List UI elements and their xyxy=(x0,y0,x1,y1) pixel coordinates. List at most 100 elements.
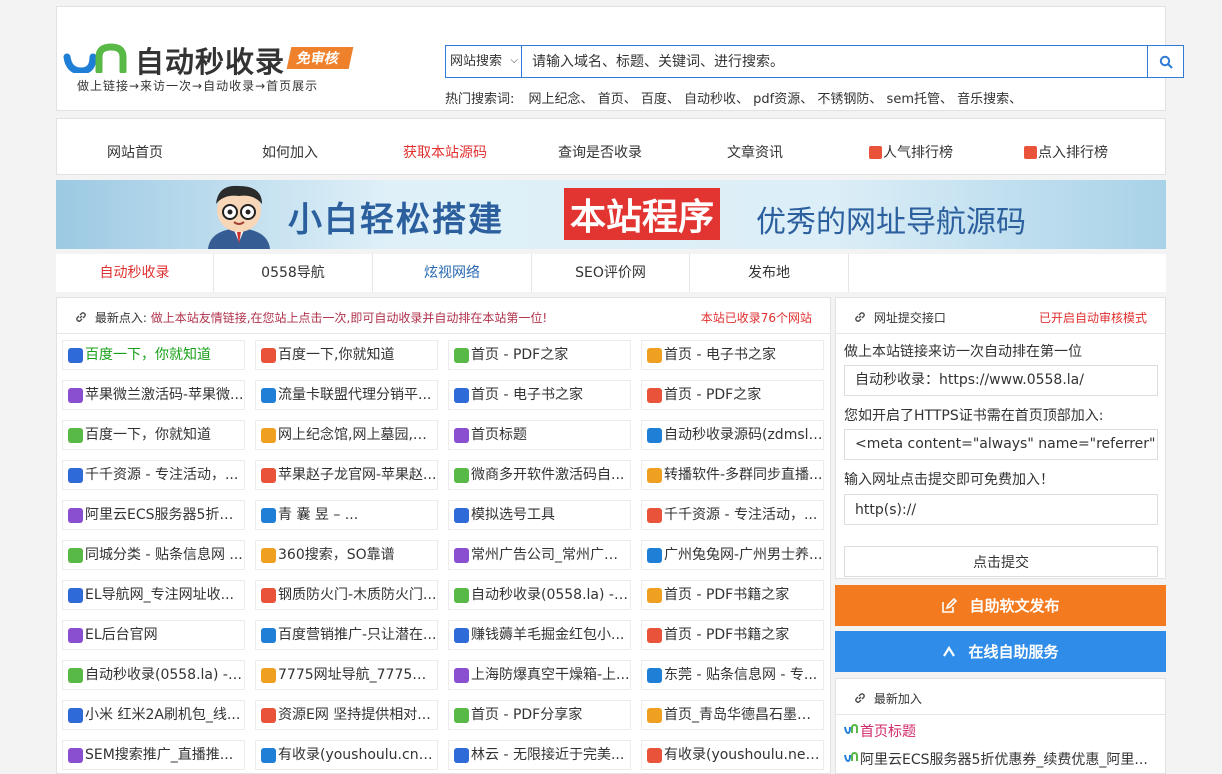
search-input[interactable] xyxy=(522,46,1147,77)
nav-popular-rank[interactable]: 人气排行榜 xyxy=(869,142,953,162)
site-link[interactable]: 7775网址导航_7775网... xyxy=(255,660,438,690)
hot-term[interactable]: 百度、 xyxy=(641,92,680,107)
site-link[interactable]: 首页 - PDF之家 xyxy=(641,380,824,410)
site-link[interactable]: 苹果微兰激活码-苹果微... xyxy=(62,380,245,410)
site-link[interactable]: 小米 红米2A刷机包_线... xyxy=(62,700,245,730)
site-link[interactable]: 自动秒收录(0558.la) - ... xyxy=(448,580,631,610)
site-link[interactable]: 流量卡联盟代理分销平... xyxy=(255,380,438,410)
promo-banner[interactable]: 小白轻松搭建 本站程序 优秀的网址导航源码 xyxy=(56,180,1166,249)
publish-article-button[interactable]: 自助软文发布 xyxy=(835,585,1166,626)
site-link[interactable]: 钢质防火门-木质防火门... xyxy=(255,580,438,610)
site-link[interactable]: 网上纪念馆,网上墓园,网... xyxy=(255,420,438,450)
site-link[interactable]: 上海防爆真空干燥箱-上... xyxy=(448,660,631,690)
site-link[interactable]: 赚钱薅羊毛掘金红包小... xyxy=(448,620,631,650)
site-favicon-icon xyxy=(454,508,469,523)
site-favicon-icon xyxy=(647,348,662,363)
site-link[interactable]: 阿里云ECS服务器5折优... xyxy=(62,500,245,530)
site-link[interactable]: 自动秒收录(0558.la) - ... xyxy=(62,660,245,690)
meta-code-field[interactable]: <meta content="always" name="referrer"> xyxy=(844,429,1158,460)
site-link[interactable]: 常州广告公司_常州广告... xyxy=(448,540,631,570)
site-link[interactable]: 广州兔兔网-广州男士养... xyxy=(641,540,824,570)
site-link[interactable]: 首页标题 xyxy=(448,420,631,450)
hot-term[interactable]: 首页、 xyxy=(598,92,637,107)
nav-how-to-join[interactable]: 如何加入 xyxy=(262,142,318,162)
site-link-label: 百度一下，你就知道 xyxy=(85,347,211,363)
latest-item[interactable]: 首页标题 xyxy=(844,721,916,741)
site-link[interactable]: 首页 - 电子书之家 xyxy=(641,340,824,370)
banner-text-3: 优秀的网址导航源码 xyxy=(756,205,1026,240)
site-link[interactable]: 首页_青岛华德昌石墨新... xyxy=(641,700,824,730)
site-favicon-icon xyxy=(647,628,662,643)
site-link[interactable]: 转播软件-多群同步直播... xyxy=(641,460,824,490)
site-link[interactable]: 有收录(youshoulu.net) ... xyxy=(641,740,824,770)
site-link[interactable]: 东莞 - 贴条信息网 - 专... xyxy=(641,660,824,690)
link-code-field[interactable]: 自动秒收录：https://www.0558.la/ xyxy=(844,365,1158,396)
hot-term[interactable]: 自动秒收、 xyxy=(684,92,749,107)
site-link-label: EL导航网_专注网址收... xyxy=(85,587,234,603)
site-link[interactable]: EL后台官网 xyxy=(62,620,245,650)
site-link-label: 自动秒收录(0558.la) - ... xyxy=(85,667,245,683)
site-link[interactable]: 千千资源 - 专注活动，... xyxy=(641,500,824,530)
nav-check-indexed[interactable]: 查询是否收录 xyxy=(558,142,642,162)
hot-term[interactable]: 音乐搜索、 xyxy=(957,92,1022,107)
hot-term[interactable]: sem托管、 xyxy=(887,92,953,107)
site-link[interactable]: 首页 - 电子书之家 xyxy=(448,380,631,410)
submit-button[interactable]: 点击提交 xyxy=(844,546,1158,577)
site-link[interactable]: EL导航网_专注网址收... xyxy=(62,580,245,610)
site-link[interactable]: 青 囊 昱 – ... xyxy=(255,500,438,530)
nav-articles[interactable]: 文章资讯 xyxy=(727,142,783,162)
hot-term[interactable]: 网上纪念、 xyxy=(529,92,594,107)
nav-get-source[interactable]: 获取本站源码 xyxy=(403,142,487,162)
latest-item-label: 首页标题 xyxy=(860,724,916,740)
site-link-label: 首页 - PDF之家 xyxy=(471,347,569,363)
site-link[interactable]: 模拟选号工具 xyxy=(448,500,631,530)
site-link[interactable]: 自动秒收录源码(zdmsl.... xyxy=(641,420,824,450)
site-link[interactable]: 微商多开软件激活码自... xyxy=(448,460,631,490)
site-favicon-icon xyxy=(261,428,276,443)
tab-0558-nav[interactable]: 0558导航 xyxy=(214,254,373,292)
tab-auto-index[interactable]: 自动秒收录 xyxy=(56,254,214,292)
online-service-button[interactable]: 在线自助服务 xyxy=(835,631,1166,672)
site-logo-icon xyxy=(844,724,858,734)
site-link[interactable]: 首页 - PDF分享家 xyxy=(448,700,631,730)
site-link[interactable]: 360搜索，SO靠谱 xyxy=(255,540,438,570)
latest-joined-title: 最新加入 xyxy=(873,692,922,706)
nav-click-rank[interactable]: 点入排行榜 xyxy=(1024,142,1108,162)
chevron-up-icon xyxy=(943,645,956,657)
hot-term[interactable]: 不锈钢防、 xyxy=(817,92,882,107)
latest-joined-header: 最新加入 xyxy=(836,679,1165,715)
tab-seo-rating[interactable]: SEO评价网 xyxy=(532,254,690,292)
latest-joined-panel: 最新加入 首页标题 阿里云ECS服务器5折优惠券_续费优惠_阿里... xyxy=(835,678,1166,774)
site-link[interactable]: 百度一下，你就知道 xyxy=(62,420,245,450)
site-link[interactable]: 百度一下，你就知道 xyxy=(62,340,245,370)
site-link-label: 常州广告公司_常州广告... xyxy=(471,547,631,563)
site-link[interactable]: 首页 - PDF书籍之家 xyxy=(641,620,824,650)
site-link[interactable]: 同城分类 - 贴条信息网 ... xyxy=(62,540,245,570)
site-link[interactable]: 苹果赵子龙官网-苹果赵... xyxy=(255,460,438,490)
site-link[interactable]: 林云 - 无限接近于完美... xyxy=(448,740,631,770)
hot-term[interactable]: pdf资源、 xyxy=(753,92,813,107)
site-link[interactable]: 首页 - PDF之家 xyxy=(448,340,631,370)
site-link[interactable]: 百度营销推广-只让潜在... xyxy=(255,620,438,650)
site-favicon-icon xyxy=(68,348,83,363)
header: 自动秒收录 免审核 做上链接→来访一次→自动收录→首页展示 网站搜索 ⌵ 热门搜… xyxy=(56,6,1184,111)
site-link[interactable]: 百度一下,你就知道 xyxy=(255,340,438,370)
url-input[interactable] xyxy=(844,494,1158,525)
site-logo[interactable]: 自动秒收录 免审核 做上链接→来访一次→自动收录→首页展示 xyxy=(63,39,363,99)
site-link[interactable]: 资源E网 坚持提供相对... xyxy=(255,700,438,730)
nav-home[interactable]: 网站首页 xyxy=(107,142,163,162)
search-button[interactable] xyxy=(1147,46,1183,77)
tab-publish[interactable]: 发布地 xyxy=(690,254,849,292)
search-type-select[interactable]: 网站搜索 ⌵ xyxy=(446,46,522,77)
site-link[interactable]: 千千资源 - 专注活动，... xyxy=(62,460,245,490)
hot-icon xyxy=(869,146,882,159)
site-favicon-icon xyxy=(454,748,469,763)
site-link[interactable]: SEM搜索推广_直播推... xyxy=(62,740,245,770)
latest-item[interactable]: 阿里云ECS服务器5折优惠券_续费优惠_阿里... xyxy=(844,749,1148,769)
search-type-dropdown[interactable]: 网站搜索 xyxy=(446,46,522,77)
site-link[interactable]: 首页 - PDF书籍之家 xyxy=(641,580,824,610)
site-logo-icon xyxy=(844,752,858,762)
tab-xuanshi[interactable]: 炫视网络 xyxy=(373,254,532,292)
panel-header-label: 最新点入: xyxy=(94,311,147,325)
site-link[interactable]: 有收录(youshoulu.cn) -... xyxy=(255,740,438,770)
